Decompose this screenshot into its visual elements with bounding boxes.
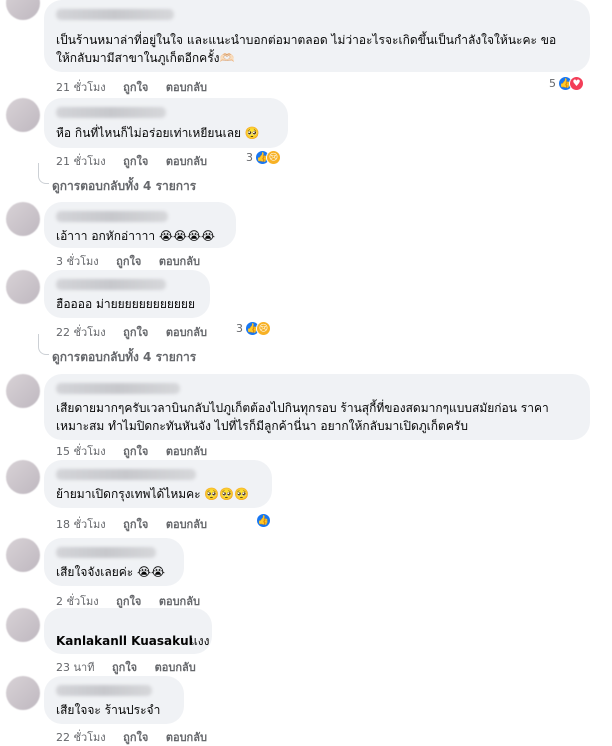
avatar[interactable] — [6, 608, 40, 642]
commenter-name[interactable] — [56, 211, 168, 222]
comment-bubble: Kanlakanll Kuasakul แงง — [44, 608, 212, 654]
comment-text-line-2: ให้กลับมามีสาขาในภูเก็ตอีกครั้ง🫶🏻 — [56, 51, 235, 65]
comment-text-line-1: ฮืออออ ม่ายยยยยยยยยยยย — [56, 297, 195, 311]
comment-bubble: เสียดายมากๆครับเวลาบินกลับไปภูเก็ตต้องไป… — [44, 374, 590, 440]
comment-6: ย้ายมาเปิดกรุงเทพได้ไหมคะ 🥺🥺🥺 18 ชั่วโมง… — [0, 458, 612, 538]
commenter-name[interactable] — [56, 685, 152, 696]
comment-3: เอ้าาา อกหักอ่าาาา 😭😭😭😭 3 ชั่วโมง ถูกใจ … — [0, 200, 612, 270]
reply-button[interactable]: ตอบกลับ — [166, 323, 207, 341]
comment-text-line-1: เสียใจจะ ร้านประจำ — [56, 703, 161, 717]
sad-reaction-icon: 😢 — [256, 321, 271, 336]
comment-meta: 18 ชั่วโมง ถูกใจ ตอบกลับ — [56, 515, 221, 533]
commenter-name[interactable] — [56, 547, 156, 558]
like-reaction-icon: 👍 — [256, 513, 271, 528]
comment-meta: 21 ชั่วโมง ถูกใจ ตอบกลับ — [56, 78, 221, 96]
comment-2: หือ กินที่ไหนก็ไม่อร่อยเท่าเหยียนเลย 🥺 2… — [0, 96, 612, 176]
comment-text-line-1: หือ กินที่ไหนก็ไม่อร่อยเท่าเหยียนเลย 🥺 — [56, 126, 260, 140]
comment-text-line-1: เอ้าาา อกหักอ่าาาา 😭😭😭😭 — [56, 229, 216, 243]
comment-bubble: ย้ายมาเปิดกรุงเทพได้ไหมคะ 🥺🥺🥺 — [44, 460, 272, 508]
commenter-name[interactable] — [56, 469, 196, 480]
timestamp[interactable]: 21 ชั่วโมง — [56, 152, 106, 170]
comment-text-line-1: แงง — [190, 634, 210, 648]
avatar[interactable] — [6, 202, 40, 236]
thread-branch — [38, 334, 49, 355]
reply-button[interactable]: ตอบกลับ — [166, 515, 207, 533]
comment-bubble: เป็นร้านหมาล่าที่อยู่ในใจ และแนะนำบอกต่อ… — [44, 0, 590, 72]
avatar[interactable] — [6, 0, 40, 20]
view-replies-link[interactable]: ดูการตอบกลับทั้ง 4 รายการ — [38, 163, 197, 196]
avatar[interactable] — [6, 98, 40, 132]
reaction-summary[interactable]: 3 👍 😢 — [246, 150, 281, 165]
reply-button[interactable]: ตอบกลับ — [166, 728, 207, 746]
timestamp[interactable]: 21 ชั่วโมง — [56, 78, 106, 96]
like-button[interactable]: ถูกใจ — [123, 323, 148, 341]
like-button[interactable]: ถูกใจ — [123, 78, 148, 96]
comment-bubble: หือ กินที่ไหนก็ไม่อร่อยเท่าเหยียนเลย 🥺 — [44, 98, 288, 148]
thread-branch — [38, 163, 49, 184]
comment-4: ฮืออออ ม่ายยยยยยยยยยยย 22 ชั่วโมง ถูกใจ … — [0, 268, 612, 348]
commenter-name[interactable]: Kanlakanll Kuasakul — [56, 634, 193, 648]
avatar[interactable] — [6, 270, 40, 304]
commenter-name[interactable] — [56, 107, 166, 118]
avatar[interactable] — [6, 460, 40, 494]
love-reaction-icon: ♥ — [569, 76, 584, 91]
timestamp[interactable]: 22 ชั่วโมง — [56, 323, 106, 341]
reaction-count: 3 — [236, 322, 243, 335]
comment-text-line-1: เสียใจจังเลยค่ะ 😭😭 — [56, 565, 166, 579]
avatar[interactable] — [6, 538, 40, 572]
avatar[interactable] — [6, 676, 40, 710]
reaction-count: 3 — [246, 151, 253, 164]
sad-reaction-icon: 😢 — [266, 150, 281, 165]
reply-button[interactable]: ตอบกลับ — [166, 152, 207, 170]
reaction-summary[interactable]: 👍 — [256, 513, 271, 528]
reply-button[interactable]: ตอบกลับ — [166, 78, 207, 96]
timestamp[interactable]: 22 ชั่วโมง — [56, 728, 106, 746]
view-replies-label: ดูการตอบกลับทั้ง 4 รายการ — [52, 179, 197, 193]
comment-meta: 22 ชั่วโมง ถูกใจ ตอบกลับ — [56, 728, 221, 746]
commenter-name[interactable] — [56, 383, 180, 394]
commenter-name[interactable] — [56, 279, 166, 290]
commenter-name[interactable] — [56, 9, 174, 20]
like-button[interactable]: ถูกใจ — [123, 515, 148, 533]
like-button[interactable]: ถูกใจ — [123, 728, 148, 746]
comment-text-line-1: ย้ายมาเปิดกรุงเทพได้ไหมคะ 🥺🥺🥺 — [56, 487, 250, 501]
view-replies-label: ดูการตอบกลับทั้ง 4 รายการ — [52, 350, 197, 364]
comment-bubble: เสียใจจะ ร้านประจำ — [44, 676, 184, 724]
comment-1: เป็นร้านหมาล่าที่อยู่ในใจ และแนะนำบอกต่อ… — [0, 0, 612, 100]
comment-bubble: เอ้าาา อกหักอ่าาาา 😭😭😭😭 — [44, 202, 236, 248]
comment-text-line-2: เหมาะสม ทำไมปิดกะทันหันจัง ไปที่ไรก็มีลู… — [56, 419, 468, 433]
comment-bubble: เสียใจจังเลยค่ะ 😭😭 — [44, 538, 184, 586]
timestamp[interactable]: 18 ชั่วโมง — [56, 515, 106, 533]
comment-8: Kanlakanll Kuasakul แงง 23 นาที ถูกใจ ตอ… — [0, 606, 612, 676]
comment-bubble: ฮืออออ ม่ายยยยยยยยยยยย — [44, 270, 210, 318]
comment-5: เสียดายมากๆครับเวลาบินกลับไปภูเก็ตต้องไป… — [0, 372, 612, 462]
reaction-summary[interactable]: 3 👍 😢 — [236, 321, 271, 336]
like-button[interactable]: ถูกใจ — [123, 152, 148, 170]
view-replies-link[interactable]: ดูการตอบกลับทั้ง 4 รายการ — [38, 334, 197, 367]
comment-9: เสียใจจะ ร้านประจำ 22 ชั่วโมง ถูกใจ ตอบก… — [0, 674, 612, 746]
comment-text-line-1: เป็นร้านหมาล่าที่อยู่ในใจ และแนะนำบอกต่อ… — [56, 33, 557, 47]
comment-7: เสียใจจังเลยค่ะ 😭😭 2 ชั่วโมง ถูกใจ ตอบกล… — [0, 536, 612, 608]
comment-meta: 21 ชั่วโมง ถูกใจ ตอบกลับ — [56, 152, 221, 170]
comment-text-line-1: เสียดายมากๆครับเวลาบินกลับไปภูเก็ตต้องไป… — [56, 401, 549, 415]
reaction-summary[interactable]: 5 👍 ♥ — [549, 76, 584, 91]
comment-meta: 22 ชั่วโมง ถูกใจ ตอบกลับ — [56, 323, 221, 341]
avatar[interactable] — [6, 374, 40, 408]
reaction-count: 5 — [549, 77, 556, 90]
